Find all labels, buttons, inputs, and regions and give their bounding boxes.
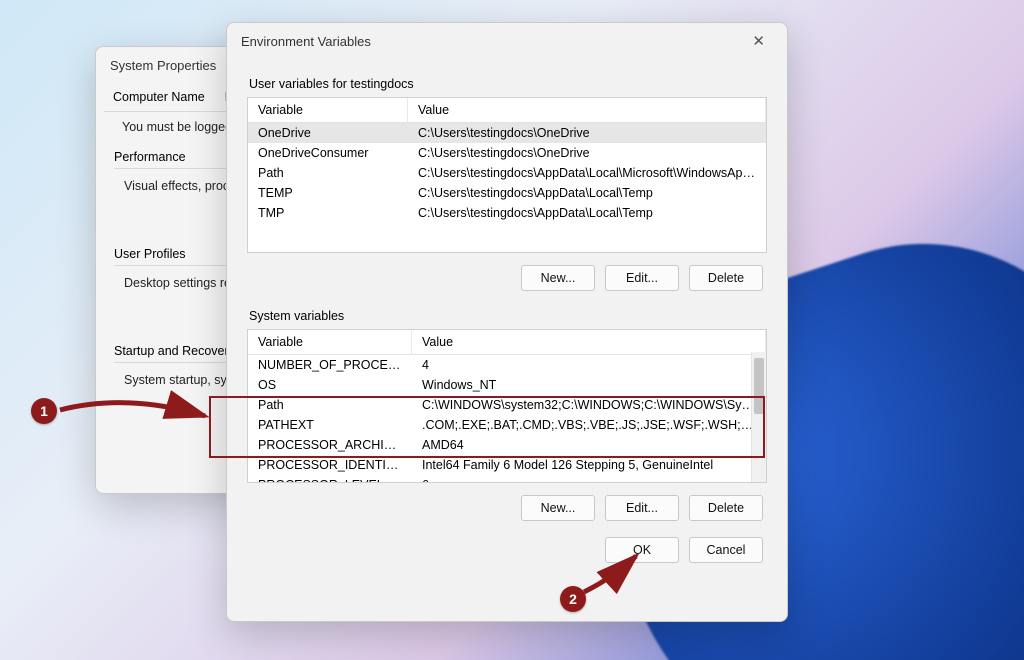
table-row[interactable]: OneDriveC:\Users\testingdocs\OneDrive	[248, 123, 766, 143]
cell-variable: PATHEXT	[248, 415, 412, 435]
cell-value: Windows_NT	[412, 375, 766, 395]
sys-vars-listview[interactable]: Variable Value NUMBER_OF_PROCESSORS4OSWi…	[247, 329, 767, 483]
cell-variable: PROCESSOR_IDENTIFIER	[248, 455, 412, 475]
table-row[interactable]: OSWindows_NT	[248, 375, 766, 395]
cell-value: Intel64 Family 6 Model 126 Stepping 5, G…	[412, 455, 766, 475]
sys-vars-header: Variable Value	[248, 330, 766, 355]
sys-vars-label: System variables	[249, 309, 767, 323]
sys-new-button[interactable]: New...	[521, 495, 595, 521]
table-row[interactable]: TEMPC:\Users\testingdocs\AppData\Local\T…	[248, 183, 766, 203]
cell-value: C:\Users\testingdocs\AppData\Local\Temp	[408, 203, 766, 223]
table-row[interactable]: NUMBER_OF_PROCESSORS4	[248, 355, 766, 375]
col-header-value[interactable]: Value	[412, 330, 766, 354]
tab-computer-name[interactable]: Computer Name	[104, 83, 214, 111]
user-vars-header: Variable Value	[248, 98, 766, 123]
cancel-button[interactable]: Cancel	[689, 537, 763, 563]
cell-value: 6	[412, 475, 766, 483]
table-row[interactable]: PROCESSOR_LEVEL6	[248, 475, 766, 483]
cell-variable: PROCESSOR_ARCHITECTURE	[248, 435, 412, 455]
close-icon[interactable]: ✕	[744, 30, 773, 53]
cell-variable: NUMBER_OF_PROCESSORS	[248, 355, 412, 375]
scrollbar-thumb[interactable]	[754, 358, 764, 414]
cell-value: C:\Users\testingdocs\AppData\Local\Temp	[408, 183, 766, 203]
sys-edit-button[interactable]: Edit...	[605, 495, 679, 521]
table-row[interactable]: OneDriveConsumerC:\Users\testingdocs\One…	[248, 143, 766, 163]
user-vars-listview[interactable]: Variable Value OneDriveC:\Users\testingd…	[247, 97, 767, 253]
sys-vars-scrollbar[interactable]	[751, 352, 766, 482]
col-header-value[interactable]: Value	[408, 98, 766, 122]
cell-variable: OneDriveConsumer	[248, 143, 408, 163]
cell-value: C:\Users\testingdocs\OneDrive	[408, 143, 766, 163]
ok-button[interactable]: OK	[605, 537, 679, 563]
table-row[interactable]: TMPC:\Users\testingdocs\AppData\Local\Te…	[248, 203, 766, 223]
cell-variable: TMP	[248, 203, 408, 223]
annotation-badge-1: 1	[31, 398, 57, 424]
cell-variable: TEMP	[248, 183, 408, 203]
table-row[interactable]: PROCESSOR_IDENTIFIERIntel64 Family 6 Mod…	[248, 455, 766, 475]
sysprops-title: System Properties	[110, 58, 216, 73]
user-edit-button[interactable]: Edit...	[605, 265, 679, 291]
cell-variable: PROCESSOR_LEVEL	[248, 475, 412, 483]
cell-variable: Path	[248, 163, 408, 183]
table-row[interactable]: PathC:\WINDOWS\system32;C:\WINDOWS;C:\WI…	[248, 395, 766, 415]
cell-value: C:\Users\testingdocs\AppData\Local\Micro…	[408, 163, 766, 183]
cell-value: C:\Users\testingdocs\OneDrive	[408, 123, 766, 143]
table-row[interactable]: PathC:\Users\testingdocs\AppData\Local\M…	[248, 163, 766, 183]
environment-variables-window: Environment Variables ✕ User variables f…	[226, 22, 788, 622]
envvars-title: Environment Variables	[241, 34, 371, 49]
cell-variable: OS	[248, 375, 412, 395]
annotation-badge-2: 2	[560, 586, 586, 612]
cell-variable: OneDrive	[248, 123, 408, 143]
cell-value: AMD64	[412, 435, 766, 455]
user-delete-button[interactable]: Delete	[689, 265, 763, 291]
user-new-button[interactable]: New...	[521, 265, 595, 291]
envvars-titlebar[interactable]: Environment Variables ✕	[227, 23, 787, 59]
cell-variable: Path	[248, 395, 412, 415]
cell-value: C:\WINDOWS\system32;C:\WINDOWS;C:\WINDOW…	[412, 395, 766, 415]
table-row[interactable]: PATHEXT.COM;.EXE;.BAT;.CMD;.VBS;.VBE;.JS…	[248, 415, 766, 435]
col-header-variable[interactable]: Variable	[248, 330, 412, 354]
user-vars-label: User variables for testingdocs	[249, 77, 767, 91]
col-header-variable[interactable]: Variable	[248, 98, 408, 122]
cell-value: 4	[412, 355, 766, 375]
table-row[interactable]: PROCESSOR_ARCHITECTUREAMD64	[248, 435, 766, 455]
cell-value: .COM;.EXE;.BAT;.CMD;.VBS;.VBE;.JS;.JSE;.…	[412, 415, 766, 435]
sys-delete-button[interactable]: Delete	[689, 495, 763, 521]
